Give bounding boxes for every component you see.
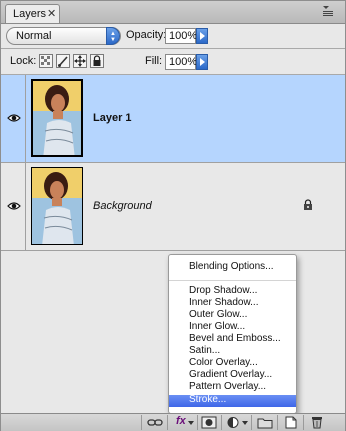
- layer-thumbnail[interactable]: [31, 167, 83, 245]
- divider: [197, 415, 198, 430]
- fill-label: Fill:: [145, 55, 163, 67]
- visibility-toggle[interactable]: [1, 163, 26, 250]
- panel-tab-bar: Layers ✕: [1, 1, 345, 24]
- divider: [141, 415, 142, 430]
- divider: [167, 415, 168, 430]
- trash-icon[interactable]: [309, 416, 325, 429]
- lock-label: Lock:: [10, 55, 37, 67]
- lock-all-icon[interactable]: [90, 54, 104, 68]
- blend-mode-select[interactable]: Normal ▲ ▼: [6, 27, 121, 45]
- group-icon[interactable]: [257, 416, 273, 429]
- visibility-toggle[interactable]: [1, 75, 26, 162]
- tab-layers[interactable]: Layers ✕: [5, 4, 60, 23]
- lock-icon: [304, 199, 312, 210]
- layer-row-layer-1[interactable]: Layer 1: [1, 75, 345, 163]
- new-layer-icon[interactable]: [283, 416, 299, 429]
- layer-name[interactable]: Layer 1: [93, 112, 132, 124]
- menu-item-color-overlay[interactable]: Color Overlay...: [169, 357, 296, 369]
- menu-item-outer-glow[interactable]: Outer Glow...: [169, 309, 296, 321]
- menu-item-inner-glow[interactable]: Inner Glow...: [169, 321, 296, 333]
- divider: [221, 415, 222, 430]
- mask-icon[interactable]: [201, 416, 217, 429]
- divider: [277, 415, 278, 430]
- close-icon[interactable]: ✕: [47, 7, 56, 20]
- lock-position-move-icon[interactable]: [73, 54, 87, 68]
- opacity-field[interactable]: 100%: [165, 28, 197, 44]
- divider: [251, 415, 252, 430]
- menu-item-bevel-emboss[interactable]: Bevel and Emboss...: [169, 333, 296, 345]
- menu-item-inner-shadow[interactable]: Inner Shadow...: [169, 297, 296, 309]
- menu-item-satin[interactable]: Satin...: [169, 345, 296, 357]
- blend-row: Normal ▲ ▼ Opacity: 100%: [1, 24, 345, 48]
- lock-pixels-brush-icon[interactable]: [56, 54, 70, 68]
- select-arrows-icon: ▲ ▼: [106, 27, 120, 45]
- divider: [1, 48, 345, 49]
- fill-field[interactable]: 100%: [165, 54, 197, 70]
- fill-slider-arrow-icon[interactable]: [196, 54, 208, 70]
- menu-item-gradient-overlay[interactable]: Gradient Overlay...: [169, 369, 296, 381]
- layers-bottom-toolbar: fx: [1, 413, 345, 431]
- opacity-label: Opacity:: [126, 29, 167, 41]
- layers-panel: Layers ✕ Normal ▲▼ Opacity: 100% Lock:: [0, 0, 346, 431]
- chevron-down-icon: [242, 421, 248, 425]
- menu-item-blending-options[interactable]: Blending Options...: [169, 261, 296, 273]
- fx-icon[interactable]: fx: [176, 415, 186, 427]
- chevron-down-icon: [188, 421, 194, 425]
- divider: [303, 415, 304, 430]
- layer-style-menu: Blending Options... Drop Shadow... Inner…: [168, 254, 297, 414]
- lock-transparency-icon[interactable]: [39, 54, 53, 68]
- eye-icon: [7, 114, 21, 122]
- blend-mode-value: Normal: [16, 30, 52, 42]
- menu-item-stroke[interactable]: Stroke...: [169, 394, 296, 407]
- opacity-slider-arrow-icon[interactable]: [196, 28, 208, 44]
- eye-icon: [7, 202, 21, 210]
- adjustment-icon[interactable]: [226, 416, 242, 429]
- menu-separator: [169, 280, 296, 281]
- layer-thumbnail[interactable]: [31, 79, 83, 157]
- layer-row-background[interactable]: Background: [1, 163, 345, 251]
- link-icon[interactable]: [147, 416, 163, 429]
- layer-name[interactable]: Background: [93, 200, 152, 212]
- panel-menu-icon[interactable]: [321, 5, 335, 19]
- tab-layers-label: Layers: [13, 8, 47, 20]
- lock-row: Lock: Fill: 100%: [1, 50, 345, 74]
- menu-item-pattern-overlay[interactable]: Pattern Overlay...: [169, 381, 296, 393]
- menu-item-drop-shadow[interactable]: Drop Shadow...: [169, 285, 296, 297]
